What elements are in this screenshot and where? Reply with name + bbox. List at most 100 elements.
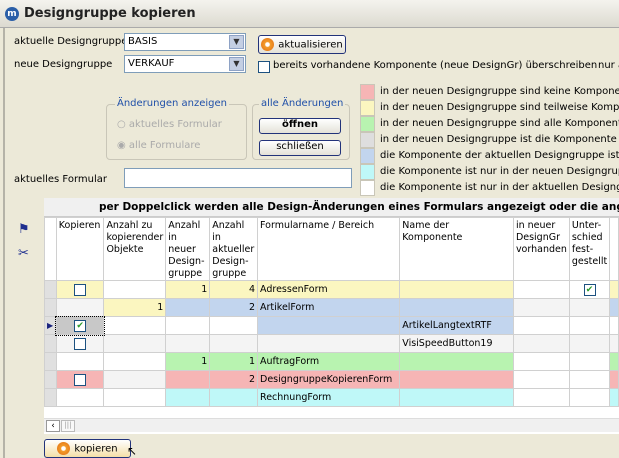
table-row[interactable]: 1 2 ArtikelForm [44,298,619,317]
kopieren-button[interactable]: kopieren [44,439,131,458]
cell-neu[interactable]: 1 [165,280,211,299]
cell-anzahl_zu[interactable] [103,334,167,353]
aktualisieren-button[interactable]: aktualisieren [258,35,346,54]
cell-kopieren[interactable] [55,298,105,317]
radio-alle-formulare[interactable]: ◉ alle Formulare [117,140,200,151]
cell-form[interactable]: AuftragForm [257,352,401,371]
checkbox[interactable] [74,283,87,296]
row-indicator[interactable] [44,370,57,389]
cell-unterschied[interactable] [568,298,611,317]
scroll-thumb[interactable]: ||| [61,420,75,432]
chevron-down-icon[interactable]: ▼ [229,57,244,71]
column-header[interactable] [609,217,619,281]
cell-neu[interactable] [165,316,211,335]
horizontal-scrollbar[interactable]: ‹ ||| [44,418,619,432]
row-indicator[interactable] [44,298,57,317]
row-indicator[interactable] [44,280,57,299]
schliessen-button[interactable]: schließen [259,140,341,156]
cell-unterschied[interactable]: ✔ [568,280,611,299]
cell-anzahl_zu[interactable]: 1 [103,298,167,317]
column-header[interactable]: Anzahl in aktueller Design-gruppe [209,217,259,281]
column-header[interactable]: in neuer DesignGr vorhanden [512,217,570,281]
cell-neu[interactable] [165,370,211,389]
column-header[interactable]: Formularname / Bereich [257,217,401,281]
scroll-left-icon[interactable]: ‹ [46,420,60,432]
checkbox[interactable] [74,337,87,350]
cell-komp[interactable] [399,280,514,299]
radio-aktuelles-formular[interactable]: ○ aktuelles Formular [117,119,222,130]
cell-kopieren[interactable] [55,280,105,299]
cell-neu[interactable] [165,334,211,353]
cell-kopieren[interactable] [55,334,105,353]
cell-kopieren[interactable]: ✔ [55,315,105,336]
column-header[interactable]: Name der Komponente [399,217,514,281]
cell-akt[interactable] [209,316,259,335]
cell-komp[interactable] [399,370,514,389]
table-row[interactable]: 1 1 AuftragForm [44,352,619,371]
cell-vorh[interactable] [512,298,570,317]
cell-kopieren[interactable] [55,352,105,371]
cell-unterschied[interactable] [568,370,611,389]
aktuelles-formular-field[interactable] [124,168,352,188]
table-row[interactable]: 2 DesigngruppeKopierenForm [44,370,619,389]
cell-akt[interactable]: 2 [209,370,259,389]
cell-form[interactable] [257,316,401,335]
column-header[interactable]: Kopieren [55,217,105,281]
cell-akt[interactable]: 4 [209,280,259,299]
cell-vorh[interactable] [512,388,570,407]
flag-icon[interactable]: ⚑ [18,222,30,237]
cell-neu[interactable] [165,298,211,317]
cell-komp[interactable]: VisiSpeedButton19 [399,334,514,353]
cell-form[interactable]: AdressenForm [257,280,401,299]
cell-unterschied[interactable] [568,316,611,335]
cell-vorh[interactable] [512,370,570,389]
cell-unterschied[interactable] [568,334,611,353]
aktuelle-designgruppe-combo[interactable]: BASIS ▼ [124,33,246,51]
cell-anzahl_zu[interactable] [103,352,167,371]
cell-vorh[interactable] [512,334,570,353]
column-header[interactable]: Anzahl zu kopierender Objekte [103,217,167,281]
cell-vorh[interactable] [512,316,570,335]
cell-anzahl_zu[interactable] [103,280,167,299]
cell-akt[interactable]: 2 [209,298,259,317]
oeffnen-button[interactable]: öffnen [259,118,341,134]
row-indicator[interactable] [44,334,57,353]
cell-kopieren[interactable] [55,388,105,407]
cell-vorh[interactable] [512,352,570,371]
cell-akt[interactable] [209,388,259,407]
cell-form[interactable]: ArtikelForm [257,298,401,317]
cell-form[interactable]: RechnungForm [257,388,401,407]
cell-komp[interactable] [399,352,514,371]
neue-designgruppe-combo[interactable]: VERKAUF ▼ [124,55,246,73]
cell-komp[interactable] [399,388,514,407]
cell-neu[interactable] [165,388,211,407]
overwrite-checkbox[interactable] [258,61,270,73]
cell-anzahl_zu[interactable] [103,388,167,407]
cell-form[interactable] [257,334,401,353]
table-row[interactable]: 1 4 AdressenForm ✔ [44,280,619,299]
cell-akt[interactable]: 1 [209,352,259,371]
cell-neu[interactable]: 1 [165,352,211,371]
column-header[interactable]: Anzahl in neuer Design-gruppe [165,217,211,281]
row-indicator[interactable] [44,388,57,407]
column-header[interactable]: Unter-schied fest-gestellt [568,217,611,281]
checkbox[interactable]: ✔ [74,319,87,332]
cell-vorh[interactable] [512,280,570,299]
cell-unterschied[interactable] [568,352,611,371]
scissors-icon[interactable]: ✂ [18,246,29,261]
table-row[interactable]: ▶ ✔ ArtikelLangtextRTF [44,315,619,336]
row-indicator[interactable] [44,352,57,371]
cell-form[interactable]: DesigngruppeKopierenForm [257,370,401,389]
cell-kopieren[interactable] [55,370,105,389]
cell-unterschied[interactable] [568,388,611,407]
cell-komp[interactable] [399,298,514,317]
cell-anzahl_zu[interactable] [103,316,167,335]
cell-komp[interactable]: ArtikelLangtextRTF [399,316,514,335]
table-row[interactable]: RechnungForm [44,388,619,407]
checkbox[interactable] [74,373,87,386]
changes-grid[interactable]: per Doppelclick werden alle Design-Änder… [44,198,619,434]
row-indicator[interactable]: ▶ [44,316,57,335]
cell-anzahl_zu[interactable] [103,370,167,389]
cell-akt[interactable] [209,334,259,353]
checkbox[interactable]: ✔ [583,283,596,296]
